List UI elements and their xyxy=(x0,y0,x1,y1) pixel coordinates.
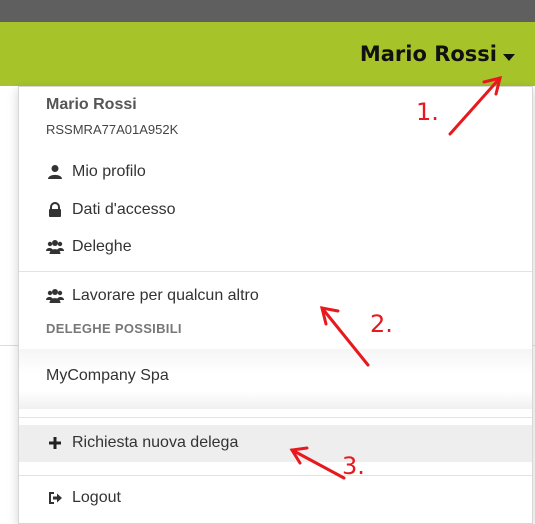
annotation-arrows xyxy=(289,75,503,480)
